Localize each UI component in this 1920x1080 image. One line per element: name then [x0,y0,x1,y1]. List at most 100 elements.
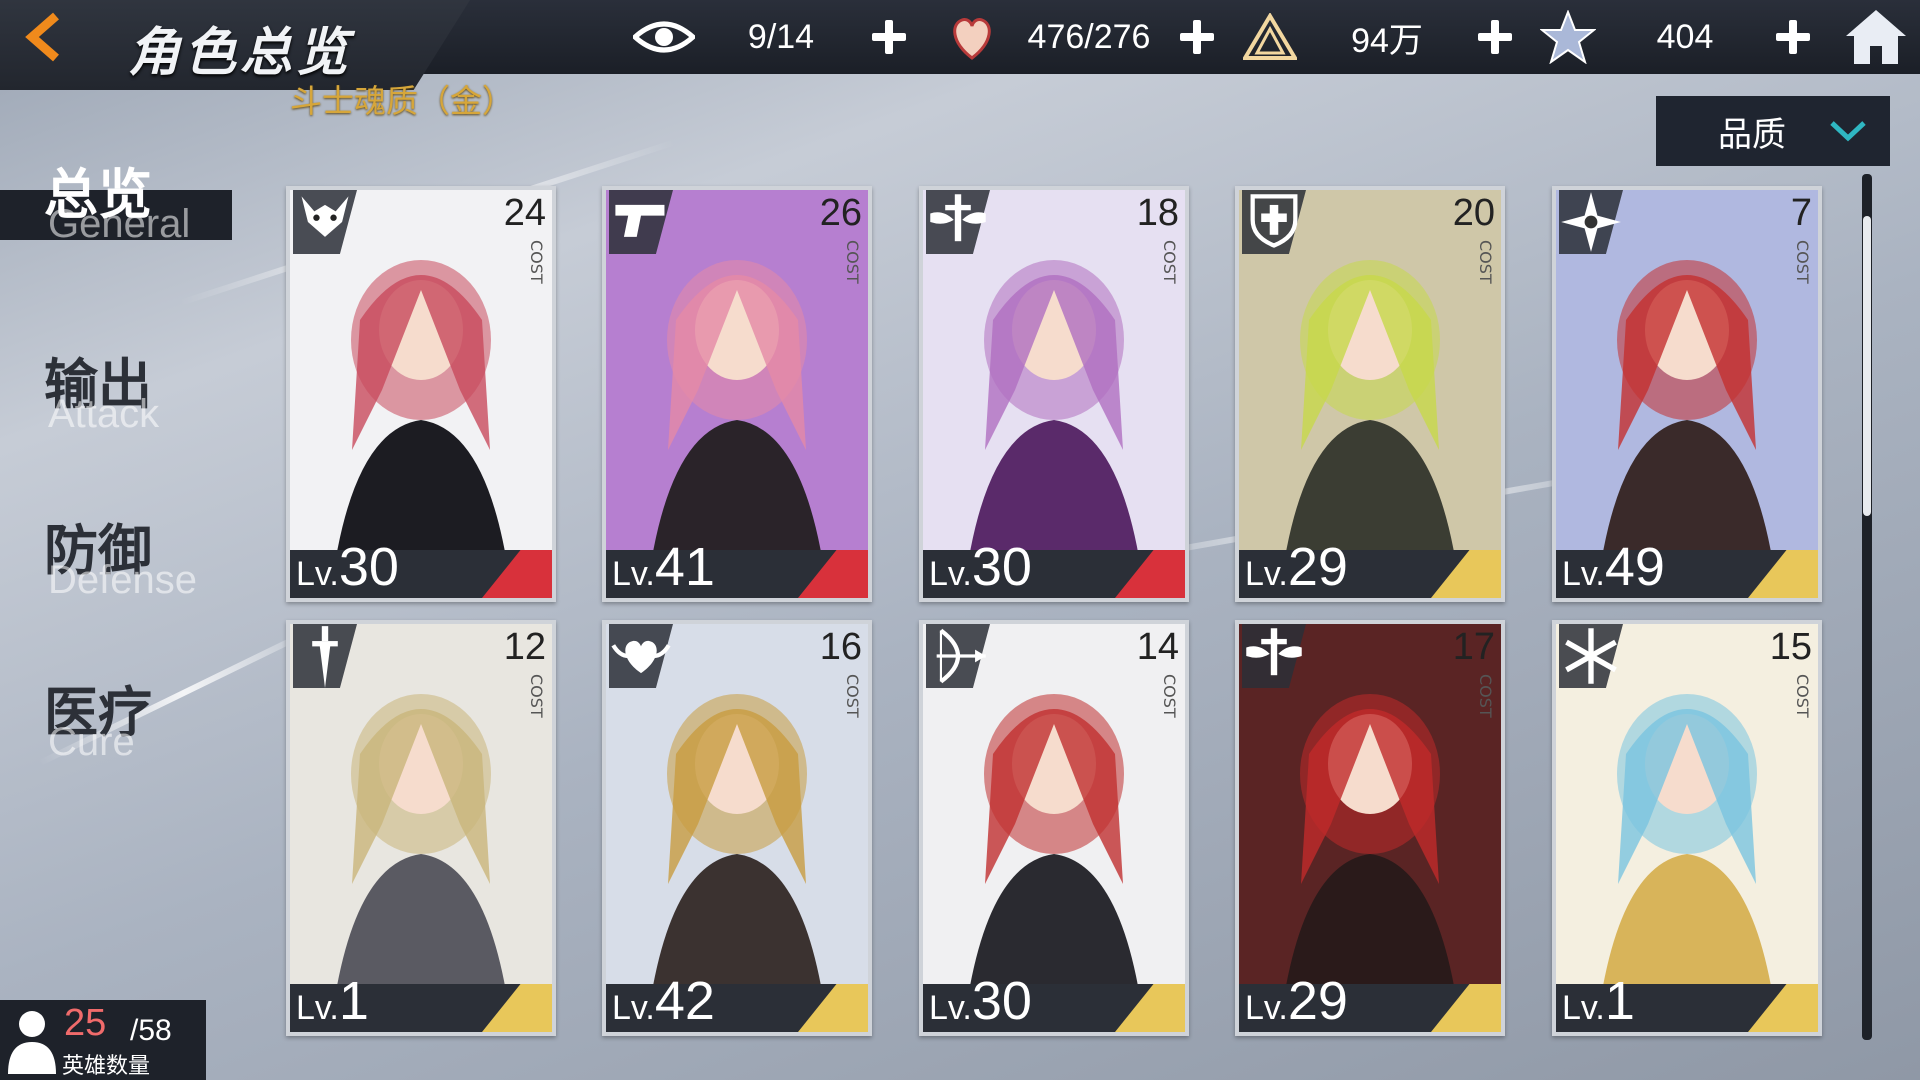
level-value: 42 [654,971,715,1031]
quality-filter-dropdown[interactable]: 品质 [1656,96,1890,166]
card-cost: 16 [819,626,862,668]
scrollbar-thumb[interactable] [1863,216,1871,516]
card-level: Lv.29 [1245,970,1348,1032]
snowflake-icon [1559,624,1623,688]
level-value: 1 [338,971,369,1031]
resource-value: 9/14 [747,17,815,56]
chevron-down-icon [1830,121,1866,142]
card-cost: 17 [1452,626,1495,668]
resource-value: 94万 [1351,21,1423,60]
card-cost-label: COST [1793,240,1812,284]
level-prefix: Lv. [1245,555,1288,593]
level-prefix: Lv. [929,989,972,1027]
tab-label-en: Attack [48,392,160,436]
card-cost-label: COST [843,240,862,284]
card-cost-label: COST [1160,240,1179,284]
hero-card[interactable]: 16 COST Lv.42 [602,620,872,1036]
level-value: 29 [1287,537,1348,597]
home-icon [1846,10,1906,64]
tab-label-en: General [48,202,191,246]
card-level: Lv.30 [296,536,399,598]
demon-mask-icon [293,190,357,254]
cross-shield-icon [1242,190,1306,254]
hero-card[interactable]: 24 COST Lv.30 [286,186,556,602]
back-button[interactable] [18,10,78,64]
card-cost: 15 [1769,626,1812,668]
level-prefix: Lv. [1562,555,1605,593]
eye-icon [632,5,696,69]
tab-label-en: Cure [48,720,135,764]
winged-sword-icon [1242,624,1306,688]
level-prefix: Lv. [612,989,655,1027]
home-button[interactable] [1844,6,1908,66]
card-cost: 24 [503,192,546,234]
add-stamina-button[interactable] [866,14,912,60]
card-cost-label: COST [1476,674,1495,718]
level-prefix: Lv. [1562,989,1605,1027]
resource-star: 404 [1536,0,1816,74]
card-cost: 18 [1136,192,1179,234]
card-cost: 12 [503,626,546,668]
pistol-icon [609,190,673,254]
level-prefix: Lv. [1245,989,1288,1027]
hero-card[interactable]: 20 COST Lv.29 [1235,186,1505,602]
tab-cure[interactable]: 医疗 Cure [0,668,240,778]
resource-value: 404 [1656,17,1714,56]
top-bar: 角色总览 9/14 476/276 94万 404 [0,0,1920,90]
card-level: Lv.30 [929,536,1032,598]
tab-general[interactable]: 总览 General [0,150,240,260]
resource-crystal: 94万 [1238,0,1518,74]
hero-count-label: 英雄数量 [62,1054,151,1079]
level-value: 49 [1604,537,1665,597]
level-value: 29 [1287,971,1348,1031]
hero-card[interactable]: 18 COST Lv.30 [919,186,1189,602]
heart-hand-icon [940,5,1004,69]
card-cost-label: COST [1160,674,1179,718]
card-cost-label: COST [527,240,546,284]
dagger-icon [293,624,357,688]
triangle-crystal-icon [1238,5,1302,69]
card-level: Lv.29 [1245,536,1348,598]
hero-card[interactable]: 14 COST Lv.30 [919,620,1189,1036]
hero-card[interactable]: 12 COST Lv.1 [286,620,556,1036]
card-level: Lv.41 [612,536,715,598]
shuriken-icon [1559,190,1623,254]
card-cost-label: COST [843,674,862,718]
person-icon [8,1011,56,1074]
hero-card[interactable]: 7 COST Lv.49 [1552,186,1822,602]
hero-card[interactable]: 26 COST Lv.41 [602,186,872,602]
add-star-button[interactable] [1770,14,1816,60]
card-level: Lv.1 [1562,970,1635,1032]
card-cost: 26 [819,192,862,234]
card-cost-label: COST [1476,240,1495,284]
resource-value: 476/276 [1027,17,1151,56]
level-value: 41 [654,537,715,597]
card-cost-label: COST [1793,674,1812,718]
card-level: Lv.30 [929,970,1032,1032]
level-value: 30 [971,971,1032,1031]
tab-attack[interactable]: 输出 Attack [0,340,240,450]
hero-count-owned: 25 [64,1002,107,1044]
level-value: 1 [1604,971,1635,1031]
resource-heart: 476/276 [940,0,1220,74]
star-shard-icon [1536,5,1600,69]
hero-count-panel: 25 /58 英雄数量 [0,1000,206,1080]
back-arrow-icon [25,12,59,62]
page-title: 角色总览 [128,22,353,83]
winged-heart-icon [609,624,673,688]
tab-defense[interactable]: 防御 Defense [0,506,240,616]
hero-count-total: /58 [130,1014,172,1047]
hero-card[interactable]: 17 COST Lv.29 [1235,620,1505,1036]
level-value: 30 [971,537,1032,597]
add-gold-button[interactable] [1472,14,1518,60]
filter-label: 品质 [1718,114,1786,155]
level-prefix: Lv. [296,989,339,1027]
page-subtitle: 斗士魂质（金） [290,82,515,120]
level-value: 30 [338,537,399,597]
resource-eye: 9/14 [632,0,912,74]
add-heart-button[interactable] [1174,14,1220,60]
card-level: Lv.49 [1562,536,1665,598]
card-cost: 7 [1790,192,1812,234]
hero-card[interactable]: 15 COST Lv.1 [1552,620,1822,1036]
card-cost-label: COST [527,674,546,718]
